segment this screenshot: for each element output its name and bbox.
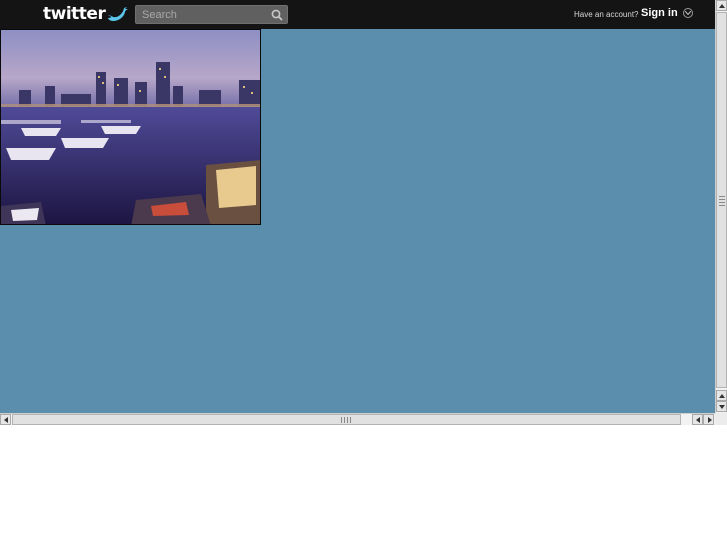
scroll-down-button[interactable] [716,401,727,412]
top-navigation-bar: twitter Have an account? Sign in [0,0,715,29]
vertical-scroll-thumb[interactable] [716,12,727,388]
signin-button[interactable]: Sign in [641,7,693,19]
horizontal-scrollbar[interactable] [0,413,715,425]
page-background [0,29,715,413]
search-input[interactable] [136,6,270,23]
background-photo-harbor [0,29,261,225]
grip-icon [719,196,725,206]
harbor-photo-graphic [1,30,260,224]
scroll-left-button[interactable] [0,414,11,425]
search-icon[interactable] [271,9,283,21]
scrollbar-corner [715,413,727,425]
scroll-right-button[interactable] [703,414,714,425]
grip-icon [341,417,353,423]
scroll-up-button[interactable] [716,0,727,11]
account-prompt: Have an account? [574,10,639,19]
signin-label: Sign in [641,7,678,19]
search-box[interactable] [135,5,288,24]
horizontal-scroll-thumb[interactable] [12,414,681,425]
chevron-down-icon[interactable] [682,8,693,18]
vertical-scrollbar[interactable] [715,0,727,413]
scroll-left-button-lower[interactable] [692,414,703,425]
twitter-logo[interactable]: twitter [43,4,129,24]
logo-wordmark: twitter [43,4,106,24]
bird-icon [108,7,129,21]
scroll-up-button-lower[interactable] [716,390,727,401]
